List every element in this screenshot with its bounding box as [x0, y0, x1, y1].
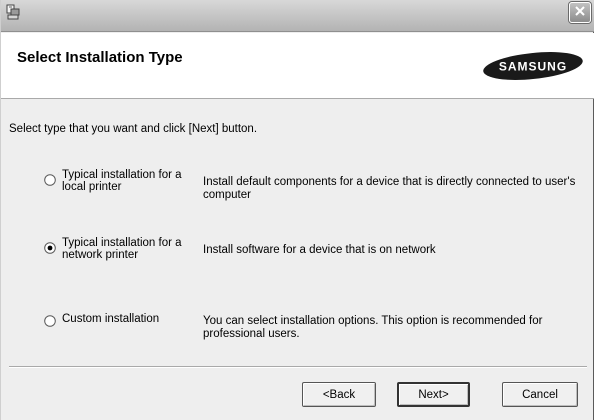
- installer-window: Select Installation Type SAMSUNG Select …: [0, 0, 594, 420]
- instructions-text: Select type that you want and click [Nex…: [9, 123, 258, 135]
- option-local-printer[interactable]: Typical installation for a local printer…: [44, 169, 584, 209]
- radio-local-printer[interactable]: [44, 173, 56, 186]
- page-title: Select Installation Type: [17, 49, 183, 66]
- logo-text: SAMSUNG: [499, 60, 567, 74]
- header-panel: Select Installation Type SAMSUNG: [1, 33, 594, 99]
- radio-network-printer[interactable]: [44, 241, 56, 254]
- cancel-button[interactable]: Cancel: [502, 382, 578, 407]
- option-desc-local-printer: Install default components for a device …: [203, 176, 576, 201]
- radio-custom[interactable]: [44, 314, 56, 327]
- close-icon: [574, 4, 586, 22]
- option-custom[interactable]: Custom installation You can select insta…: [44, 313, 584, 353]
- title-bar: [1, 0, 594, 32]
- close-button[interactable]: [569, 2, 591, 23]
- next-button[interactable]: Next>: [397, 382, 470, 407]
- option-label-network-printer[interactable]: Typical installation for a network print…: [62, 237, 192, 261]
- footer-separator: [9, 366, 587, 368]
- samsung-logo: SAMSUNG: [482, 51, 584, 81]
- option-desc-network-printer: Install software for a device that is on…: [203, 244, 436, 256]
- option-desc-custom: You can select installation options. Thi…: [203, 315, 543, 340]
- installer-app-icon: [5, 4, 21, 20]
- option-network-printer[interactable]: Typical installation for a network print…: [44, 237, 584, 277]
- option-label-local-printer[interactable]: Typical installation for a local printer: [62, 169, 192, 193]
- back-button[interactable]: <Back: [302, 382, 376, 407]
- option-label-custom[interactable]: Custom installation: [62, 313, 192, 325]
